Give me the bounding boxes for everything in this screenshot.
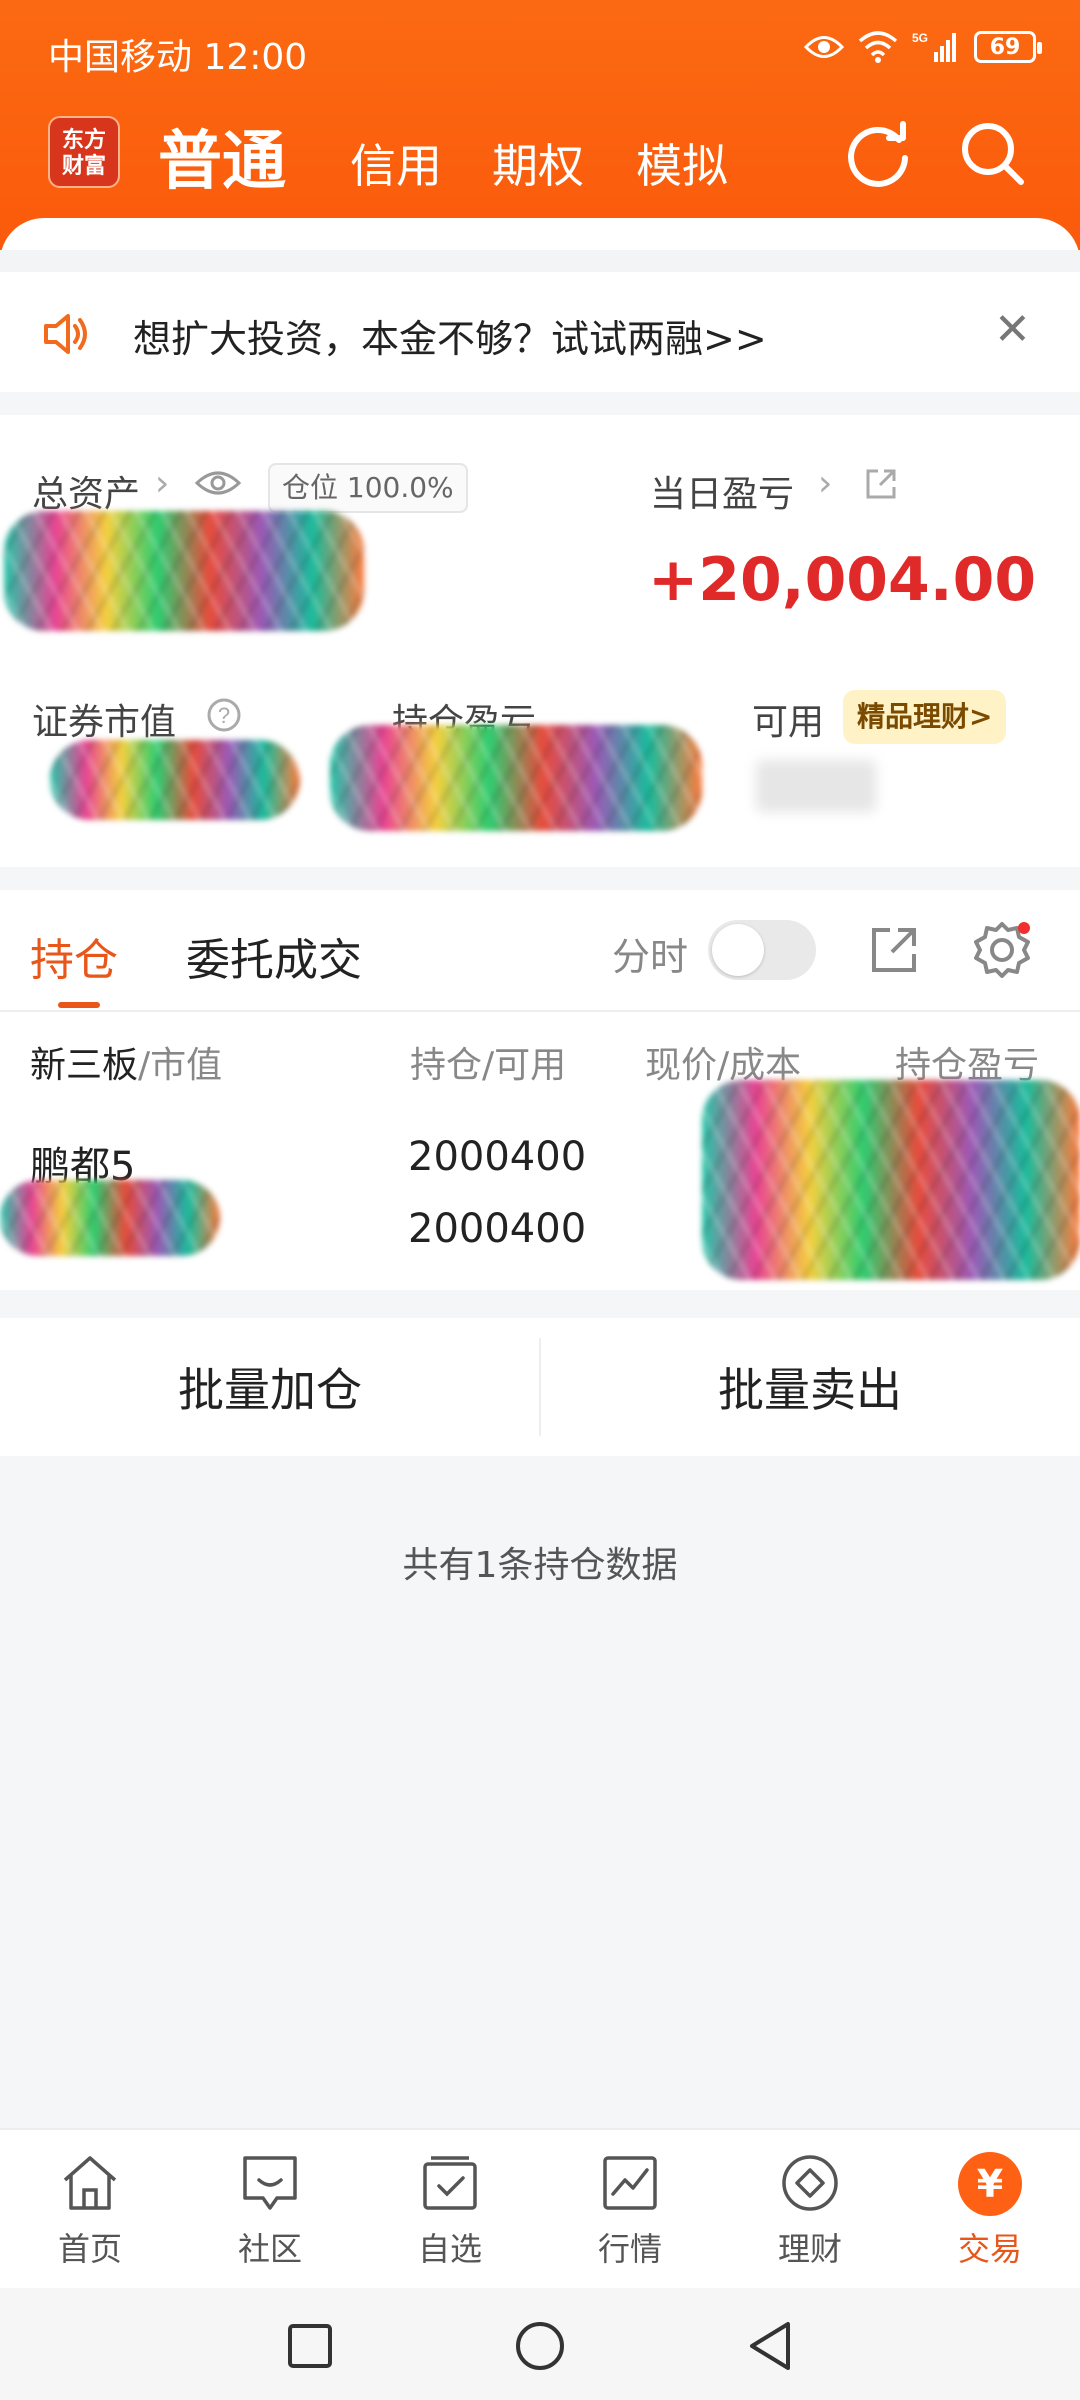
system-nav-bar xyxy=(0,2288,1080,2400)
share-icon[interactable] xyxy=(866,922,922,978)
wifi-icon xyxy=(858,31,898,63)
status-icons: 5G 69 xyxy=(804,30,1042,64)
positions-section: 持仓 委托成交 分时 新三板/市值 持仓/可用 现价/成本 持仓盈亏 鹏都5 2… xyxy=(0,890,1080,1290)
tab-market[interactable]: 行情 xyxy=(540,2142,720,2282)
tab-label: 交易 xyxy=(957,2230,1022,2268)
tab-label: 自选 xyxy=(417,2230,482,2268)
total-assets-label[interactable]: 总资产 xyxy=(32,465,140,517)
daily-pnl-value: +20,004.00 xyxy=(648,545,1037,615)
tab-home[interactable]: 首页 xyxy=(0,2142,180,2282)
tab-orders[interactable]: 委托成交 xyxy=(186,924,362,988)
tab-options[interactable]: 期权 xyxy=(492,130,584,196)
diamond-icon xyxy=(782,2155,838,2211)
toggle-knob xyxy=(712,924,764,976)
redacted-price-pnl xyxy=(702,1080,1080,1280)
chat-icon xyxy=(243,2156,297,2210)
redacted-available xyxy=(756,760,876,812)
premium-wealth-chip[interactable]: 精品理财> xyxy=(843,690,1007,744)
available-qty: 2000400 xyxy=(408,1206,587,1252)
chart-icon xyxy=(603,2156,657,2210)
top-nav: 东方 财富 普通 信用 期权 模拟 xyxy=(0,100,1080,210)
securities-value-label: 证券市值 xyxy=(32,702,177,743)
active-tab-indicator xyxy=(58,1002,100,1008)
assets-card: 总资产 › 仓位 100.0% 当日盈亏 › +20,004.00 证券市值 ?… xyxy=(0,415,1080,867)
svg-text:5G: 5G xyxy=(912,31,928,45)
redacted-holding-pnl xyxy=(330,725,702,831)
search-icon[interactable] xyxy=(957,118,1027,188)
gap-strip xyxy=(0,250,1080,272)
batch-actions: 批量加仓 批量卖出 xyxy=(0,1318,1080,1456)
recents-icon[interactable] xyxy=(282,2318,338,2374)
tab-trade[interactable]: ¥ 交易 xyxy=(900,2142,1080,2282)
redacted-securities-value xyxy=(50,740,300,820)
tab-community[interactable]: 社区 xyxy=(180,2142,360,2282)
bottom-tab-bar: 首页 社区 自选 行情 理财 ¥ 交易 xyxy=(0,2128,1080,2288)
tab-normal[interactable]: 普通 xyxy=(158,110,286,202)
tab-label: 行情 xyxy=(597,2230,662,2268)
speaker-icon xyxy=(44,314,87,354)
position-ratio-chip: 仓位 100.0% xyxy=(268,463,468,513)
banner-text[interactable]: 想扩大投资，本金不够？试试两融>> xyxy=(133,308,767,363)
close-icon[interactable]: ✕ xyxy=(994,308,1031,352)
tab-holdings[interactable]: 持仓 xyxy=(30,924,118,988)
redacted-total-assets xyxy=(4,511,364,631)
settings-icon[interactable] xyxy=(972,920,1032,980)
positions-count: 共有1条持仓数据 xyxy=(402,1545,678,1586)
tab-label: 社区 xyxy=(237,2230,302,2268)
batch-add-button[interactable]: 批量加仓 xyxy=(0,1318,540,1456)
eastmoney-logo: 东方 财富 xyxy=(48,116,120,188)
yuan-icon: ¥ xyxy=(958,2152,1022,2216)
divider xyxy=(0,1010,1080,1012)
eye-icon xyxy=(804,36,844,58)
chevron-right-icon[interactable]: › xyxy=(818,463,832,504)
col-header-holdings: 持仓/可用 xyxy=(410,1045,567,1086)
signal-icon: 5G xyxy=(912,31,956,62)
holding-qty: 2000400 xyxy=(408,1134,587,1180)
svg-text:?: ? xyxy=(218,703,230,728)
tab-label: 理财 xyxy=(777,2230,842,2268)
tab-wealth[interactable]: 理财 xyxy=(720,2142,900,2282)
tab-credit[interactable]: 信用 xyxy=(350,130,442,196)
eye-toggle-icon[interactable] xyxy=(194,467,242,499)
chevron-right-icon[interactable]: › xyxy=(155,463,169,504)
tab-simulation[interactable]: 模拟 xyxy=(636,130,728,196)
back-icon[interactable] xyxy=(742,2318,798,2374)
home-icon xyxy=(63,2156,117,2210)
watchlist-icon xyxy=(423,2156,477,2210)
app-header: 中国移动 12:00 5G 69 东方 财富 普通 信用 期权 模拟 xyxy=(0,0,1080,250)
redacted-market-value xyxy=(0,1180,220,1256)
available-label: 可用 xyxy=(752,702,825,743)
status-bar: 中国移动 12:00 5G 69 xyxy=(0,0,1080,100)
daily-pnl-label[interactable]: 当日盈亏 xyxy=(650,465,794,517)
timeshare-label: 分时 xyxy=(612,935,689,979)
refresh-icon[interactable] xyxy=(843,118,913,188)
batch-sell-button[interactable]: 批量卖出 xyxy=(540,1318,1080,1456)
external-link-icon[interactable] xyxy=(862,465,900,503)
promo-banner[interactable]: 想扩大投资，本金不够？试试两融>> ✕ xyxy=(0,272,1080,392)
home-circle-icon[interactable] xyxy=(512,2318,568,2374)
help-icon[interactable]: ? xyxy=(206,697,242,733)
carrier-time: 中国移动 12:00 xyxy=(48,37,308,78)
timeshare-toggle[interactable] xyxy=(708,920,816,980)
tab-label: 首页 xyxy=(57,2230,122,2268)
col-header-market: 新三板/市值 xyxy=(30,1045,223,1086)
tab-watchlist[interactable]: 自选 xyxy=(360,2142,540,2282)
battery-indicator: 69 xyxy=(974,31,1042,63)
